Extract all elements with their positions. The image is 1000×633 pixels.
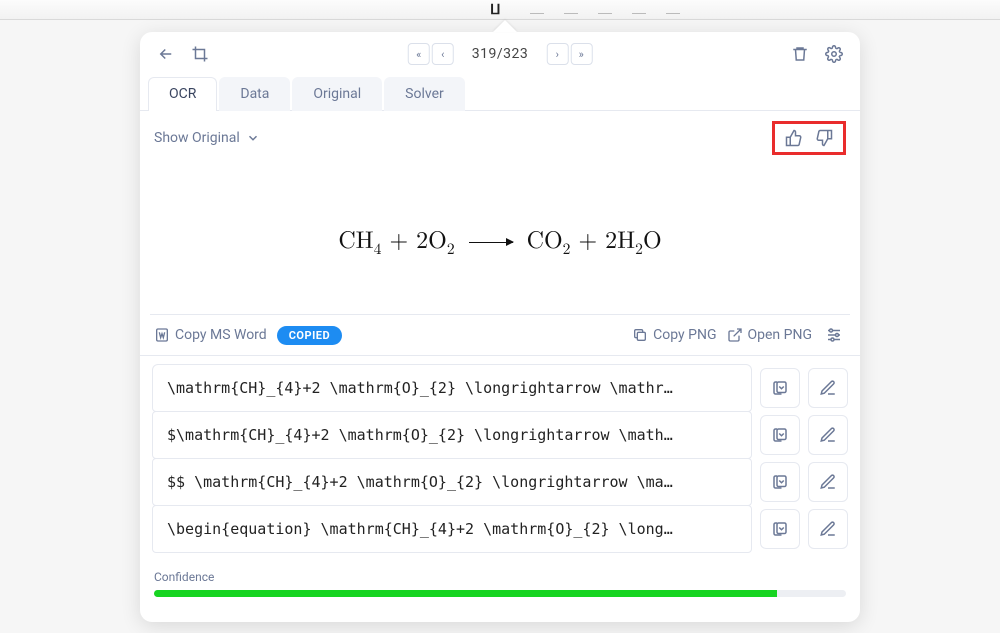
app-logo: ⵡ	[490, 2, 501, 18]
popup-pointer	[493, 20, 517, 32]
copy-code-button[interactable]	[760, 368, 800, 408]
copy-code-button[interactable]	[760, 462, 800, 502]
code-text[interactable]: $$ \mathrm{CH}_{4}+2 \mathrm{O}_{2} \lon…	[152, 458, 752, 506]
export-actions: Copy MS Word COPIED Copy PNG Open PNG	[140, 315, 860, 356]
copy-code-button[interactable]	[760, 415, 800, 455]
thumbs-down-button[interactable]	[813, 127, 835, 149]
code-text[interactable]: $\mathrm{CH}_{4}+2 \mathrm{O}_{2} \longr…	[152, 411, 752, 459]
code-row: $$ \mathrm{CH}_{4}+2 \mathrm{O}_{2} \lon…	[152, 458, 848, 505]
longrightarrow-icon	[469, 242, 513, 243]
topbar: « ‹ 319/323 › »	[140, 32, 860, 76]
edit-code-button[interactable]	[808, 415, 848, 455]
equation-render: CH4 + 2O2 CO2 + 2H2O	[150, 165, 850, 315]
format-settings-button[interactable]	[822, 323, 846, 347]
crop-icon[interactable]	[188, 42, 212, 66]
show-original-label: Show Original	[154, 130, 240, 146]
system-menubar: ⵡ	[0, 0, 1000, 20]
delete-button[interactable]	[788, 42, 812, 66]
tab-solver[interactable]: Solver	[384, 77, 465, 111]
code-row: \mathrm{CH}_{4}+2 \mathrm{O}_{2} \longri…	[152, 364, 848, 411]
last-page-button[interactable]: »	[570, 43, 592, 65]
code-row: \begin{equation} \mathrm{CH}_{4}+2 \math…	[152, 505, 848, 552]
confidence-bar	[154, 590, 846, 597]
edit-code-button[interactable]	[808, 368, 848, 408]
open-png-button[interactable]: Open PNG	[727, 327, 812, 343]
first-page-button[interactable]: «	[408, 43, 430, 65]
edit-code-button[interactable]	[808, 462, 848, 502]
copy-msword-button[interactable]: Copy MS Word	[154, 327, 267, 343]
page-navigator: « ‹ 319/323 › »	[408, 43, 593, 65]
show-original-toggle[interactable]: Show Original	[154, 130, 260, 146]
open-png-label: Open PNG	[748, 327, 812, 343]
main-panel: « ‹ 319/323 › » OCR Data Original Solver	[140, 32, 860, 622]
code-text[interactable]: \begin{equation} \mathrm{CH}_{4}+2 \math…	[152, 505, 752, 553]
code-text[interactable]: \mathrm{CH}_{4}+2 \mathrm{O}_{2} \longri…	[152, 364, 752, 412]
chevron-down-icon	[246, 131, 260, 145]
thumbs-up-button[interactable]	[783, 127, 805, 149]
code-output-list: \mathrm{CH}_{4}+2 \mathrm{O}_{2} \longri…	[140, 356, 860, 560]
confidence-section: Confidence	[140, 560, 860, 609]
copy-msword-label: Copy MS Word	[175, 327, 267, 343]
confidence-label: Confidence	[154, 570, 846, 584]
copied-badge: COPIED	[277, 326, 342, 345]
copy-png-label: Copy PNG	[653, 327, 716, 343]
confidence-fill	[154, 590, 777, 597]
back-button[interactable]	[154, 42, 178, 66]
settings-button[interactable]	[822, 42, 846, 66]
code-row: $\mathrm{CH}_{4}+2 \mathrm{O}_{2} \longr…	[152, 411, 848, 458]
tab-ocr[interactable]: OCR	[148, 77, 217, 111]
tab-data[interactable]: Data	[219, 77, 290, 111]
prev-page-button[interactable]: ‹	[432, 43, 454, 65]
page-counter: 319/323	[460, 46, 541, 62]
menubar-status-icons	[530, 6, 680, 14]
edit-code-button[interactable]	[808, 509, 848, 549]
feedback-box	[772, 121, 846, 155]
view-toolbar: Show Original	[140, 111, 860, 165]
next-page-button[interactable]: ›	[546, 43, 568, 65]
copy-code-button[interactable]	[760, 509, 800, 549]
tab-bar: OCR Data Original Solver	[140, 76, 860, 111]
tab-original[interactable]: Original	[292, 77, 382, 111]
copy-png-button[interactable]: Copy PNG	[632, 327, 716, 343]
